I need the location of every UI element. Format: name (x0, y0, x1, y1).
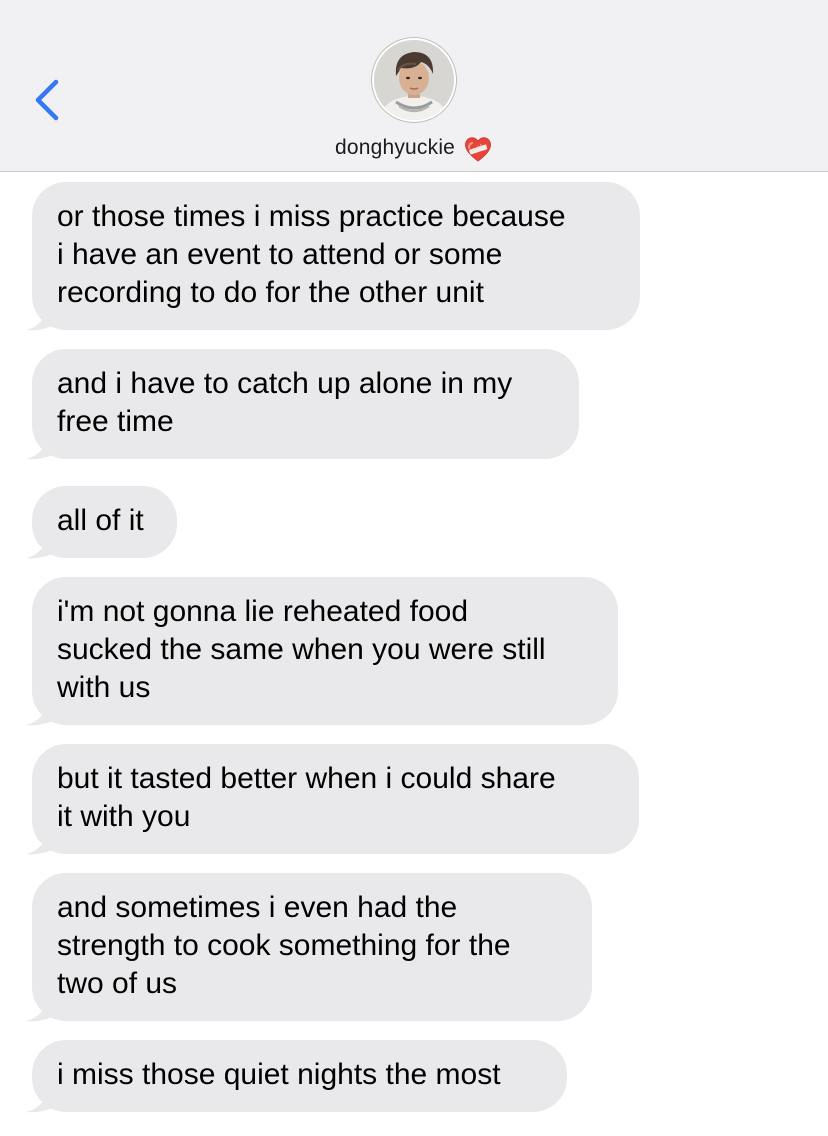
mending-heart-emoji (465, 137, 491, 162)
message-bubble[interactable]: or those times i miss practice because i… (32, 182, 640, 330)
conversation-header: donghyuckie (0, 0, 828, 172)
message-bubble[interactable]: i'm not gonna lie reheated food sucked t… (32, 577, 618, 725)
message-bubble[interactable]: i miss those quiet nights the most (32, 1040, 567, 1112)
message-bubble[interactable]: all of it (32, 486, 177, 558)
back-button[interactable] (28, 78, 68, 122)
chevron-left-icon (35, 79, 59, 121)
contact-name: donghyuckie (334, 136, 456, 159)
contact-avatar[interactable] (372, 38, 456, 122)
avatar-photo (374, 40, 454, 120)
message-bubble[interactable]: and i have to catch up alone in my free … (32, 349, 579, 459)
contact-name-row[interactable]: donghyuckie (0, 132, 828, 164)
message-bubble[interactable]: but it tasted better when i could share … (32, 744, 639, 854)
message-bubble[interactable]: and sometimes i even had the strength to… (32, 873, 592, 1021)
